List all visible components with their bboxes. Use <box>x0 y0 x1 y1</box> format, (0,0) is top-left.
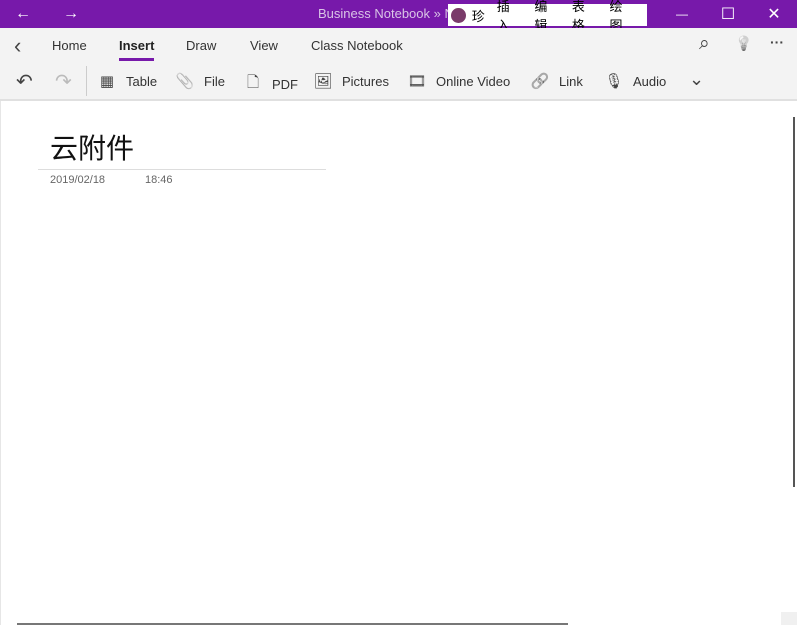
page-time: 18:46 <box>145 174 173 186</box>
table-icon: ▦ <box>99 73 115 90</box>
title-bar: ← → Business Notebook » N 珍 插入 编辑 表格 绘图 … <box>0 0 797 33</box>
scrollbar-corner <box>781 612 797 625</box>
file-label: File <box>204 73 225 89</box>
forward-arrow-icon[interactable]: → <box>48 0 94 28</box>
undo-icon[interactable]: ↶ <box>16 69 33 94</box>
paperclip-icon: 📎 <box>175 73 195 90</box>
title-underline <box>38 169 326 170</box>
page-date: 2019/02/18 <box>50 174 106 186</box>
link-button[interactable]: 🔗 Link <box>530 72 583 90</box>
tab-insert[interactable]: Insert <box>119 38 155 61</box>
ime-logo-icon[interactable] <box>451 7 466 23</box>
pictures-button[interactable]: 🖼 Pictures <box>313 72 389 90</box>
online-video-icon: 🎞 <box>407 73 427 90</box>
maximize-button[interactable]: ☐ <box>705 0 751 28</box>
ime-item[interactable]: 珍 <box>472 6 485 25</box>
insert-toolbar: ↶ ↷ ▦ Table 📎 File 🗋 PDF 🖼 Pictures 🎞 Online … <box>0 62 797 101</box>
file-button[interactable]: 📎 File <box>175 72 225 90</box>
audio-label: Audio <box>633 73 667 89</box>
link-icon: 🔗 <box>530 73 550 90</box>
tab-draw[interactable]: Draw <box>186 38 216 53</box>
close-button[interactable]: ✕ <box>751 0 797 28</box>
window-title: Business Notebook » N <box>318 6 454 21</box>
document-icon: 🗋 <box>246 74 260 91</box>
picture-icon: 🖼 <box>313 73 333 90</box>
table-button[interactable]: ▦ Table <box>97 72 157 90</box>
vertical-scrollbar[interactable] <box>793 117 795 487</box>
pictures-label: Pictures <box>342 73 389 89</box>
lightbulb-icon[interactable]: 💡 <box>735 35 752 52</box>
audio-button[interactable]: 🎙 Audio <box>604 72 666 90</box>
pdf-label: PDF <box>272 77 298 92</box>
online-video-button[interactable]: 🎞 Online Video <box>407 72 510 90</box>
link-label: Link <box>559 73 583 89</box>
minimize-button[interactable]: — <box>659 0 705 28</box>
ime-toolbar: 珍 插入 编辑 表格 绘图 <box>448 0 647 33</box>
pdf-button[interactable]: 🗋 PDF <box>243 72 298 97</box>
microphone-icon: 🎙 <box>604 73 624 90</box>
redo-icon[interactable]: ↷ <box>55 69 72 94</box>
back-icon[interactable]: ‹ <box>14 33 21 59</box>
online-video-label: Online Video <box>436 73 511 89</box>
page-border <box>0 101 1 625</box>
table-label: Table <box>126 73 158 89</box>
chevron-down-icon[interactable]: ⌄ <box>689 69 704 90</box>
more-icon[interactable]: ··· <box>770 34 784 50</box>
search-icon[interactable]: ⌕ <box>699 33 710 55</box>
tab-view[interactable]: View <box>250 38 278 53</box>
tab-class-notebook[interactable]: Class Notebook <box>311 38 403 53</box>
tab-home[interactable]: Home <box>52 38 87 53</box>
page-title[interactable]: 云附件 <box>50 127 134 167</box>
divider <box>86 66 87 96</box>
back-arrow-icon[interactable]: ← <box>0 0 46 28</box>
ribbon-tabs: ‹ Home Insert Draw View Class Notebook ⌕… <box>0 28 797 62</box>
